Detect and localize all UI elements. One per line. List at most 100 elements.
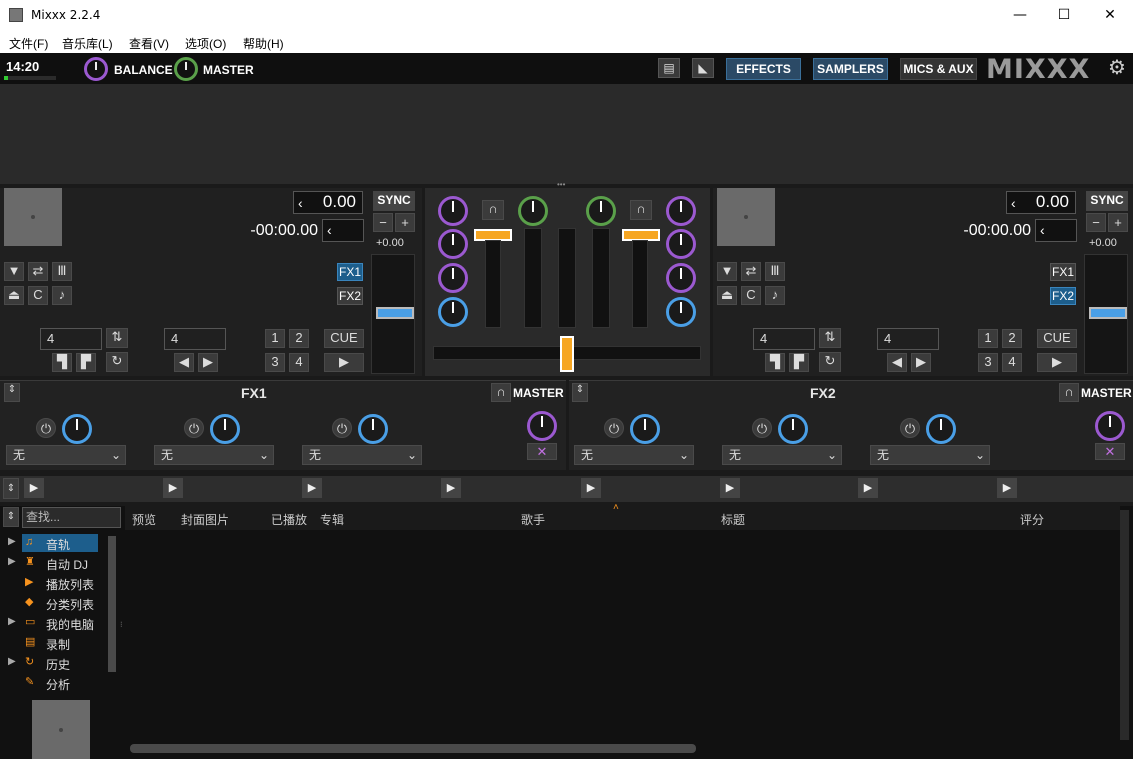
fx2-slot1-knob[interactable]: [630, 414, 660, 444]
deck1-beatgrid-icon[interactable]: Ⅲ: [52, 262, 72, 281]
menu-options[interactable]: 选项(O): [185, 35, 226, 52]
deck1-eject-icon[interactable]: ⏏: [4, 286, 24, 305]
deck2-headphone-icon[interactable]: ∩: [630, 200, 652, 220]
fx1-slot1-power-icon[interactable]: ⏻: [36, 418, 56, 438]
deck2-rate-up[interactable]: +: [1108, 213, 1128, 232]
deck2-rate-slider[interactable]: [1084, 254, 1128, 374]
deck1-time-toggle[interactable]: ‹: [322, 219, 364, 242]
sampler1-play-icon[interactable]: ▶: [24, 478, 44, 498]
table-vscrollbar[interactable]: [1120, 510, 1129, 740]
deck2-hotcue-4[interactable]: 4: [1002, 353, 1022, 372]
deck1-hotcue-2[interactable]: 2: [289, 329, 309, 348]
deck2-beatgrid-icon[interactable]: Ⅲ: [765, 262, 785, 281]
fx1-slot2-power-icon[interactable]: ⏻: [184, 418, 204, 438]
fx2-headphone-icon[interactable]: ∩: [1059, 383, 1079, 402]
library-collapse-icon[interactable]: ⇕: [3, 507, 19, 527]
table-hscrollbar[interactable]: [130, 744, 696, 753]
deck2-time-toggle[interactable]: ‹: [1035, 219, 1077, 242]
effects-button[interactable]: EFFECTS: [726, 58, 801, 80]
balance-knob[interactable]: [84, 57, 108, 81]
deck1-rate-slider[interactable]: [371, 254, 415, 374]
deck1-eq-high-knob[interactable]: [438, 229, 468, 259]
sampler-collapse-icon[interactable]: ⇕: [3, 478, 19, 499]
fx2-slot3-select[interactable]: 无 ⌄: [870, 445, 990, 465]
col-rating[interactable]: 评分: [1020, 511, 1044, 528]
deck2-play-button[interactable]: ▶: [1037, 353, 1077, 372]
deck2-loop-size[interactable]: 4: [877, 328, 939, 350]
deck1-loop-size[interactable]: 4: [164, 328, 226, 350]
deck1-beatjump-sync-icon[interactable]: ⇅: [106, 328, 128, 348]
deck1-volume-fader[interactable]: [485, 240, 501, 328]
col-title[interactable]: 标题: [721, 511, 745, 528]
deck2-jump-fwd-icon[interactable]: ▛: [789, 353, 809, 372]
deck2-eq-mid-knob[interactable]: [666, 263, 696, 293]
sidebar-item-history[interactable]: ▶ ↻ 历史: [0, 656, 100, 672]
deck1-hotcue-1[interactable]: 1: [265, 329, 285, 348]
col-preview[interactable]: 预览: [132, 511, 156, 528]
deck1-loop-left-icon[interactable]: ◀: [174, 353, 194, 372]
col-album[interactable]: 专辑: [320, 511, 344, 528]
deck1-jump-fwd-icon[interactable]: ▛: [76, 353, 96, 372]
master-knob[interactable]: [174, 57, 198, 81]
fx2-mix-knob[interactable]: [1095, 411, 1125, 441]
crossfader-handle[interactable]: [560, 336, 574, 372]
fx2-slot1-select[interactable]: 无 ⌄: [574, 445, 694, 465]
gear-icon[interactable]: ⚙: [1106, 57, 1128, 79]
minimize-button[interactable]: —: [997, 0, 1043, 31]
deck2-rate-down[interactable]: −: [1086, 213, 1106, 232]
sidebar-item-autodj[interactable]: ▶ ♜ 自动 DJ: [0, 556, 100, 572]
deck2-vinyl[interactable]: [717, 188, 775, 246]
fx2-slot2-power-icon[interactable]: ⏻: [752, 418, 772, 438]
fx1-slot1-knob[interactable]: [62, 414, 92, 444]
sidebar-scrollbar[interactable]: [108, 536, 116, 672]
fx2-collapse-icon[interactable]: ⇕: [572, 383, 588, 402]
deck2-fx1-button[interactable]: FX1: [1050, 263, 1076, 281]
deck2-gain-knob[interactable]: [666, 196, 696, 226]
deck1-sync-button[interactable]: SYNC: [373, 191, 415, 211]
menu-help[interactable]: 帮助(H): [243, 35, 284, 52]
deck2-loop-left-icon[interactable]: ◀: [887, 353, 907, 372]
keyboard-icon[interactable]: ▤: [658, 58, 680, 78]
menu-library[interactable]: 音乐库(L): [62, 35, 113, 52]
fx2-slot3-power-icon[interactable]: ⏻: [900, 418, 920, 438]
deck1-rate-up[interactable]: +: [395, 213, 415, 232]
sidebar-item-analyze[interactable]: ✎ 分析: [0, 676, 100, 692]
deck2-reloop-icon[interactable]: ↻: [819, 352, 841, 372]
menu-file[interactable]: 文件(F): [9, 35, 48, 52]
col-played[interactable]: 已播放: [271, 511, 307, 528]
deck1-gain-knob[interactable]: [438, 196, 468, 226]
deck1-loop-right-icon[interactable]: ▶: [198, 353, 218, 372]
deck1-play-button[interactable]: ▶: [324, 353, 364, 372]
deck2-volume-fader[interactable]: [632, 240, 648, 328]
deck2-hotcue-3[interactable]: 3: [978, 353, 998, 372]
deck1-loop-icon[interactable]: ⇄: [28, 262, 48, 281]
deck1-filter-knob[interactable]: [438, 297, 468, 327]
deck2-repeat-icon[interactable]: ▼: [717, 262, 737, 281]
deck1-hotcue-4[interactable]: 4: [289, 353, 309, 372]
deck1-fx2-button[interactable]: FX2: [337, 287, 363, 305]
deck2-hotcue-2[interactable]: 2: [1002, 329, 1022, 348]
sampler4-play-icon[interactable]: ▶: [441, 478, 461, 498]
deck2-beatjump-size[interactable]: 4: [753, 328, 815, 350]
deck2-fx2-button[interactable]: FX2: [1050, 287, 1076, 305]
fx1-slot3-knob[interactable]: [358, 414, 388, 444]
deck2-sync-button[interactable]: SYNC: [1086, 191, 1128, 211]
sampler6-play-icon[interactable]: ▶: [720, 478, 740, 498]
fx2-super-icon[interactable]: ✕: [1095, 443, 1125, 460]
fx1-slot2-select[interactable]: 无 ⌄: [154, 445, 274, 465]
deck2-eject-icon[interactable]: ⏏: [717, 286, 737, 305]
fx1-super-icon[interactable]: ✕: [527, 443, 557, 460]
deck2-beatjump-sync-icon[interactable]: ⇅: [819, 328, 841, 348]
sidebar-item-playlists[interactable]: ▶ 播放列表: [0, 576, 100, 592]
sampler2-play-icon[interactable]: ▶: [163, 478, 183, 498]
sidebar-item-tracks[interactable]: ▶ ♫ 音轨: [0, 536, 100, 552]
fx2-slot2-select[interactable]: 无 ⌄: [722, 445, 842, 465]
deck2-filter-knob[interactable]: [666, 297, 696, 327]
deck1-vinyl[interactable]: [4, 188, 62, 246]
deck2-reverse-icon[interactable]: C: [741, 286, 761, 305]
search-input[interactable]: 查找...: [22, 507, 121, 528]
fx1-headphone-icon[interactable]: ∩: [491, 383, 511, 402]
broadcast-icon[interactable]: ◣: [692, 58, 714, 78]
deck2-eq-high-knob[interactable]: [666, 229, 696, 259]
col-artist[interactable]: 歌手: [521, 511, 545, 528]
